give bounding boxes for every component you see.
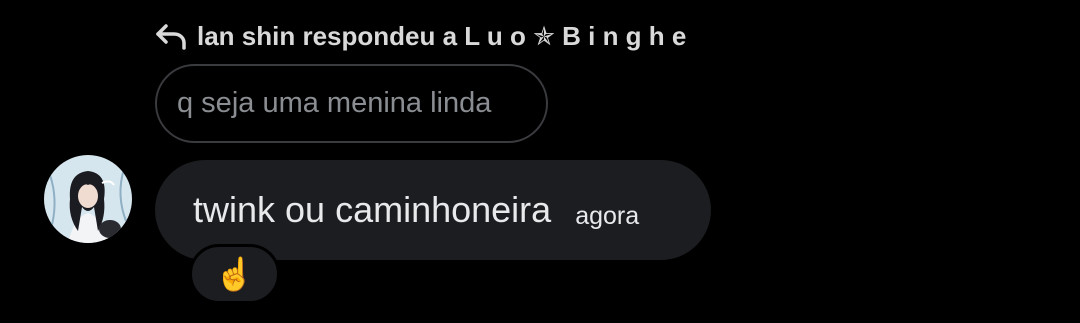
message-timestamp: agora [575,201,640,230]
reply-arrow-icon [155,22,187,50]
pointing-up-emoji-icon: ☝️ [214,256,255,292]
avatar[interactable] [44,155,132,243]
quoted-message-text: q seja uma menina linda [177,87,492,119]
quoted-message[interactable]: q seja uma menina linda [155,64,548,143]
reply-header-text: lan shin respondeu a L u o ✯ B i n g h e [197,20,687,51]
reaction-chip[interactable]: ☝️ [189,244,280,304]
message-text: twink ou caminhoneira [193,189,552,230]
reply-header: lan shin respondeu a L u o ✯ B i n g h e [155,16,686,56]
